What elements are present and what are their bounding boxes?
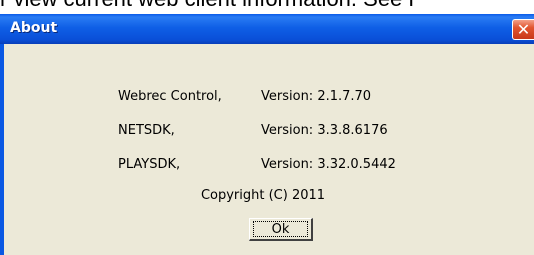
component-name: PLAYSDK, (118, 157, 181, 172)
background-page-text: r view current web client information. S… (0, 0, 534, 10)
title-bar[interactable]: About ✕ (0, 14, 534, 44)
component-version: Version: 2.1.7.70 (261, 89, 372, 104)
component-name: NETSDK, (118, 123, 175, 138)
component-version: Version: 3.32.0.5442 (261, 157, 396, 172)
copyright-label: Copyright (C) 2011 (200, 188, 326, 203)
component-version: Version: 3.3.8.6176 (261, 123, 388, 138)
dialog-title: About (10, 20, 58, 36)
dialog-content: Webrec Control, Version: 2.1.7.70 NETSDK… (4, 44, 534, 255)
about-dialog: About ✕ Webrec Control, Version: 2.1.7.7… (0, 14, 534, 255)
ok-button[interactable]: Ok (249, 218, 313, 241)
copyright-text: Copyright (C) 2011 (4, 188, 534, 203)
component-name: Webrec Control, (118, 89, 222, 104)
close-icon[interactable]: ✕ (512, 19, 534, 40)
focus-outline (253, 221, 308, 237)
